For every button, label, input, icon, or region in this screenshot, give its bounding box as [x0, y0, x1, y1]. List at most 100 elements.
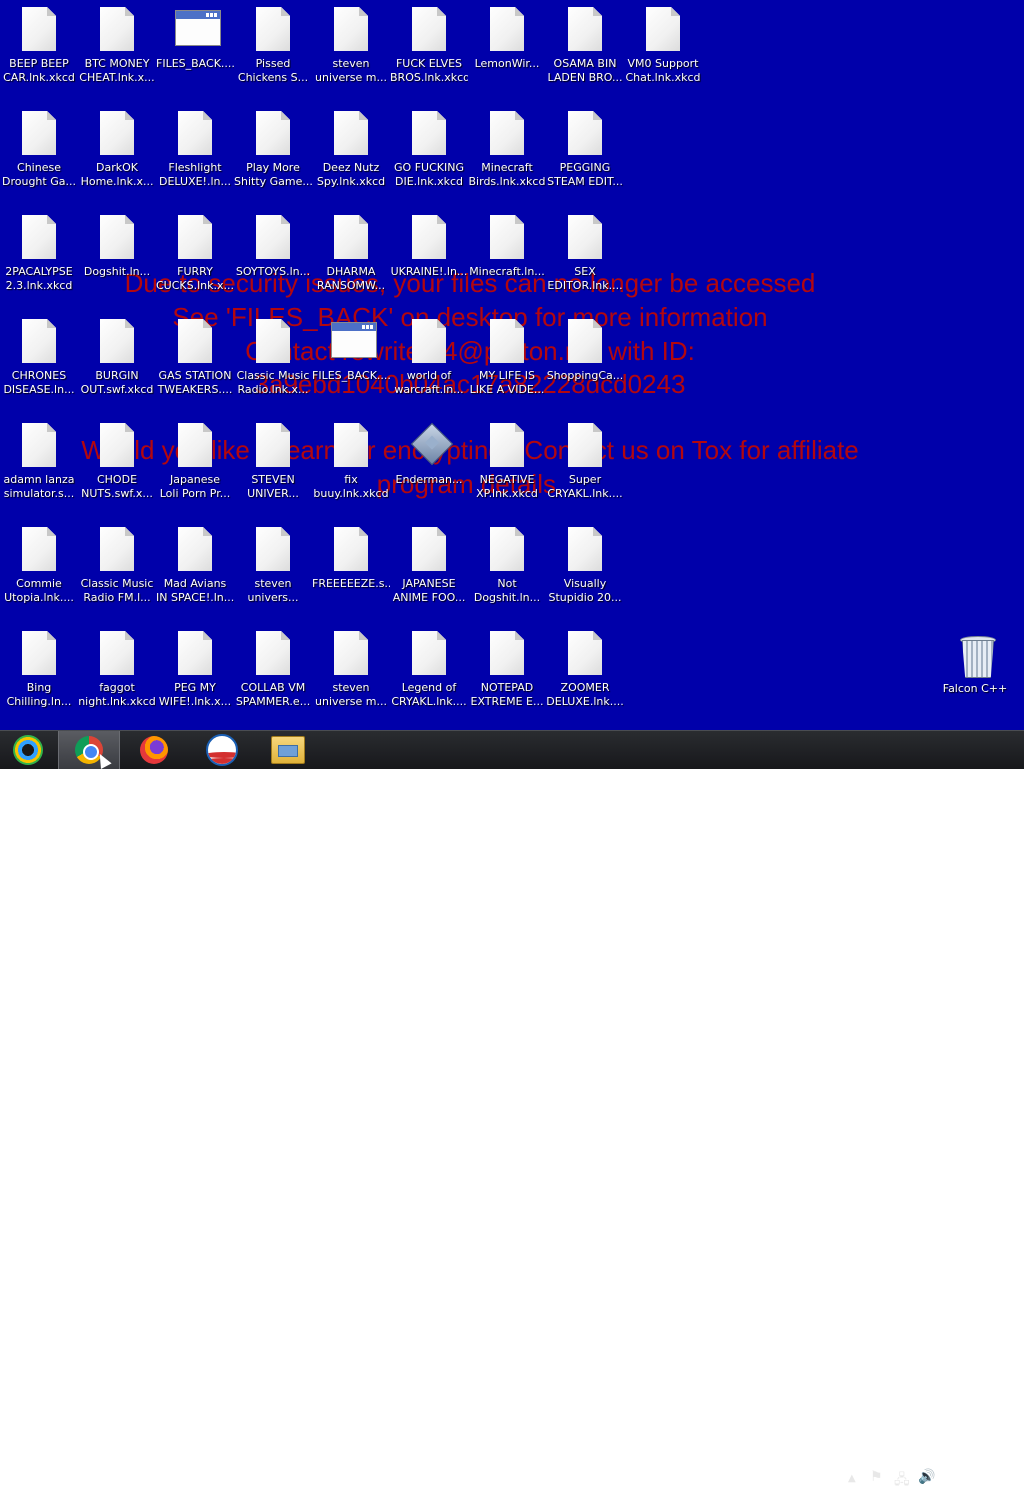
- action-center-flag-icon[interactable]: ⚑: [870, 1469, 883, 1485]
- desktop-shortcut[interactable]: world of warcraft.ln...: [390, 312, 468, 397]
- shortcut-label-line: OSAMA BIN: [553, 57, 617, 70]
- file-icon: [175, 423, 215, 467]
- shortcut-label: BTC MONEY CHEAT.lnk.x...: [78, 57, 156, 85]
- desktop-shortcut[interactable]: Classic Music Radio FM.l...: [78, 520, 156, 605]
- desktop[interactable]: Due to security issues, your files can n…: [0, 0, 1024, 730]
- shortcut-label-line: PEGGING: [559, 161, 611, 174]
- shortcut-label-line: FREEEEEZE.s...: [312, 577, 390, 590]
- shortcut-label-line: 2.3.lnk.xkcd: [5, 279, 73, 292]
- shortcut-label-line: Deez Nutz: [322, 161, 380, 174]
- desktop-shortcut[interactable]: DHARMA RANSOMW...: [312, 208, 390, 293]
- desktop-shortcut[interactable]: ZOOMER DELUXE.lnk....: [546, 624, 624, 709]
- desktop-shortcut[interactable]: Visually Stupidio 20...: [546, 520, 624, 605]
- shortcut-label-line: JAPANESE: [402, 577, 456, 590]
- recycle-bin-icon[interactable]: [958, 634, 996, 678]
- file-icon: [253, 319, 293, 363]
- desktop-shortcut[interactable]: steven universe m...: [312, 624, 390, 709]
- shortcut-label-line: Chinese: [17, 161, 61, 174]
- desktop-shortcut[interactable]: OSAMA BIN LADEN BRO...: [546, 0, 624, 85]
- file-icon: [19, 527, 59, 571]
- desktop-shortcut[interactable]: Not Dogshit.ln...: [468, 520, 546, 605]
- desktop-shortcut[interactable]: STEVEN UNIVER...: [234, 416, 312, 501]
- desktop-shortcut[interactable]: BTC MONEY CHEAT.lnk.x...: [78, 0, 156, 85]
- desktop-shortcut[interactable]: 2PACALYPSE 2.3.lnk.xkcd: [0, 208, 78, 293]
- desktop-shortcut[interactable]: SOYTOYS.ln...: [234, 208, 312, 279]
- desktop-shortcut[interactable]: GAS STATION TWEAKERS....: [156, 312, 234, 397]
- desktop-shortcut[interactable]: FURRY CUCKS.lnk.x...: [156, 208, 234, 293]
- desktop-shortcut[interactable]: FILES_BACK....: [156, 0, 234, 71]
- volume-icon[interactable]: 🔊: [918, 1469, 935, 1485]
- shortcut-label-line: steven: [332, 681, 370, 694]
- desktop-shortcut[interactable]: Play More Shitty Game...: [234, 104, 312, 189]
- shortcut-label-line: SEX: [574, 265, 596, 278]
- desktop-shortcut[interactable]: BURGIN OUT.swf.xkcd: [78, 312, 156, 397]
- desktop-shortcut[interactable]: COLLAB VM SPAMMER.e...: [234, 624, 312, 709]
- shortcut-label-line: NOTEPAD: [480, 681, 534, 694]
- desktop-shortcut[interactable]: FREEEEEZE.s...: [312, 520, 390, 591]
- desktop-shortcut[interactable]: PEG MY WIFE!.lnk.x...: [156, 624, 234, 709]
- shortcut-label-line: SPAMMER.e...: [235, 695, 311, 708]
- taskbar-firefox-button[interactable]: [128, 731, 180, 769]
- shortcut-label-line: Dogshit.ln...: [473, 591, 541, 604]
- file-icon: [565, 111, 605, 155]
- desktop-shortcut[interactable]: Pissed Chickens S...: [234, 0, 312, 85]
- shortcut-label-line: Stupidio 20...: [548, 591, 622, 604]
- desktop-shortcut[interactable]: NEGATIVE XP.lnk.xkcd: [468, 416, 546, 501]
- show-hidden-icons-chevron-icon[interactable]: ▲: [848, 1473, 856, 1484]
- desktop-shortcut[interactable]: steven univers...: [234, 520, 312, 605]
- shortcut-label-line: EXTREME E...: [470, 695, 544, 708]
- shortcut-label: VM0 Support Chat.lnk.xkcd: [624, 57, 702, 85]
- desktop-shortcut[interactable]: Super CRYAKL.lnk....: [546, 416, 624, 501]
- file-icon: [19, 319, 59, 363]
- desktop-shortcut[interactable]: Mad Avians IN SPACE!.ln...: [156, 520, 234, 605]
- desktop-shortcut[interactable]: MY LIFE IS LIKE A VIDE...: [468, 312, 546, 397]
- shortcut-label-line: UKRAINE!.ln...: [390, 265, 468, 278]
- desktop-shortcut[interactable]: steven universe m...: [312, 0, 390, 85]
- desktop-shortcut[interactable]: JAPANESE ANIME FOO...: [390, 520, 468, 605]
- desktop-shortcut[interactable]: Dogshit.ln...: [78, 208, 156, 279]
- desktop-shortcut[interactable]: Minecraft.ln...: [468, 208, 546, 279]
- desktop-shortcut[interactable]: BEEP BEEP CAR.lnk.xkcd: [0, 0, 78, 85]
- desktop-shortcut[interactable]: LemonWir...: [468, 0, 546, 71]
- desktop-shortcut[interactable]: GO FUCKING DIE.lnk.xkcd: [390, 104, 468, 189]
- file-icon: [97, 111, 137, 155]
- shortcut-label-line: LIKE A VIDE...: [469, 383, 545, 396]
- desktop-shortcut[interactable]: adamn lanza simulator.s...: [0, 416, 78, 501]
- desktop-shortcut[interactable]: Bing Chilling.ln...: [0, 624, 78, 709]
- network-icon[interactable]: 🖧: [894, 1469, 910, 1493]
- desktop-shortcut[interactable]: CHRONES DISEASE.ln...: [0, 312, 78, 397]
- desktop-shortcut[interactable]: Classic Music Radio.lnk.x...: [234, 312, 312, 397]
- shortcut-label: Commie Utopia.lnk....: [0, 577, 78, 605]
- taskbar-explorer-button[interactable]: [262, 731, 314, 769]
- shortcut-label-line: Pissed: [255, 57, 291, 70]
- taskbar-obama-button[interactable]: [196, 731, 248, 769]
- desktop-shortcut[interactable]: fix buuy.lnk.xkcd: [312, 416, 390, 501]
- desktop-shortcut[interactable]: CHODE NUTS.swf.x...: [78, 416, 156, 501]
- desktop-shortcut[interactable]: Legend of CRYAKL.lnk....: [390, 624, 468, 709]
- desktop-shortcut[interactable]: FILES_BACK....: [312, 312, 390, 383]
- desktop-shortcut[interactable]: DarkOK Home.lnk.x...: [78, 104, 156, 189]
- start-orb-button[interactable]: [2, 731, 54, 769]
- desktop-shortcut[interactable]: FUCK ELVES BROS.lnk.xkcd: [390, 0, 468, 85]
- desktop-shortcut[interactable]: UKRAINE!.ln...: [390, 208, 468, 279]
- desktop-shortcut[interactable]: PEGGING STEAM EDIT...: [546, 104, 624, 189]
- desktop-shortcut[interactable]: Deez Nutz Spy.lnk.xkcd: [312, 104, 390, 189]
- desktop-shortcut[interactable]: Japanese Loli Porn Pr...: [156, 416, 234, 501]
- desktop-shortcut[interactable]: SEX EDITOR.lnk....: [546, 208, 624, 293]
- taskbar-clock[interactable]: 5:51 PM 2/4/2023: [944, 1464, 1014, 1498]
- file-icon: [409, 215, 449, 259]
- desktop-shortcut[interactable]: Chinese Drought Ga...: [0, 104, 78, 189]
- desktop-shortcut[interactable]: Commie Utopia.lnk....: [0, 520, 78, 605]
- desktop-shortcut[interactable]: Fleshlight DELUXE!.ln...: [156, 104, 234, 189]
- desktop-shortcut[interactable]: Enderman...: [390, 416, 468, 487]
- desktop-shortcut[interactable]: faggot night.lnk.xkcd: [78, 624, 156, 709]
- shortcut-label: fix buuy.lnk.xkcd: [312, 473, 390, 501]
- diamond-icon: [409, 422, 454, 467]
- file-icon: [565, 7, 605, 51]
- shortcut-label: Visually Stupidio 20...: [546, 577, 624, 605]
- desktop-shortcut[interactable]: ShoppingCa...: [546, 312, 624, 383]
- shortcut-label: MY LIFE IS LIKE A VIDE...: [468, 369, 546, 397]
- desktop-shortcut[interactable]: VM0 Support Chat.lnk.xkcd: [624, 0, 702, 85]
- desktop-shortcut[interactable]: Minecraft Birds.lnk.xkcd: [468, 104, 546, 189]
- desktop-shortcut[interactable]: NOTEPAD EXTREME E...: [468, 624, 546, 709]
